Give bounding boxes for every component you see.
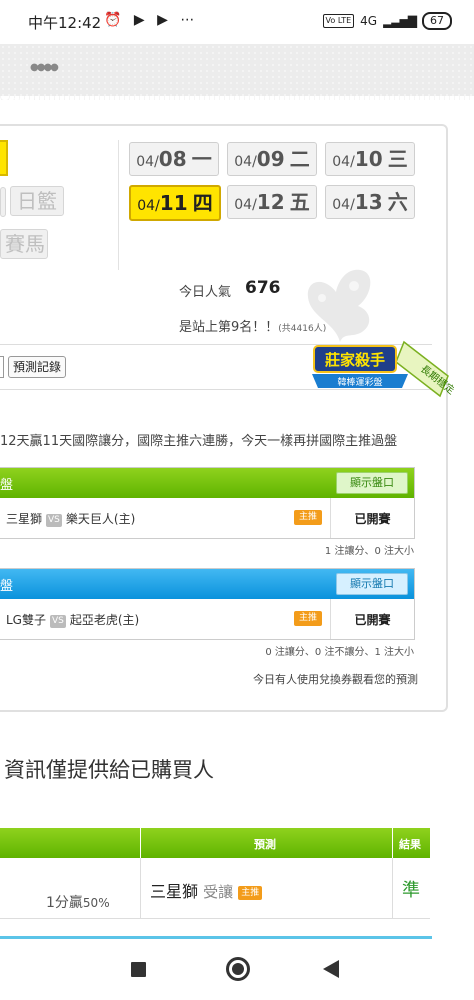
date-button-0411[interactable]: 04/11 四 bbox=[129, 185, 221, 221]
cell-divider bbox=[392, 858, 393, 918]
network-label: 4G bbox=[360, 14, 378, 28]
header-divider bbox=[140, 828, 141, 858]
cell-divider bbox=[140, 858, 141, 918]
announcement-text: 12天贏11天國際讓分，國際主推六連勝，今天一樣再拼國際主推過盤 bbox=[0, 434, 398, 449]
vs-badge: VS bbox=[50, 615, 66, 628]
date-button-0413[interactable]: 04/13 六 bbox=[325, 185, 415, 219]
prediction-record-button[interactable]: 預測記錄 bbox=[8, 356, 66, 378]
vs-badge: VS bbox=[46, 514, 62, 527]
recent-apps-icon[interactable] bbox=[131, 962, 146, 977]
table-row: 1分贏50% 三星獅 受讓 主推 準 bbox=[0, 858, 430, 919]
panel-header-label: 盤 bbox=[0, 579, 14, 594]
status-time: 中午12:42 bbox=[28, 14, 102, 32]
home-team: 起亞老虎(主) bbox=[69, 613, 140, 627]
header-result: 結果 bbox=[399, 838, 421, 851]
torn-edge-divider bbox=[0, 96, 474, 106]
category-tab-partial[interactable] bbox=[0, 187, 6, 217]
game-row: 三星獅 VS 樂天巨人(主) 主推 已開賽 bbox=[0, 498, 414, 538]
badge-subtitle: 韓棒運彩盤 bbox=[337, 376, 382, 388]
panel-header: 盤 顯示盤口 bbox=[0, 569, 414, 599]
popularity-label: 今日人氣 bbox=[179, 285, 232, 300]
toolbar-button-partial[interactable] bbox=[0, 356, 4, 378]
lte-icon: Vo LTE bbox=[322, 14, 355, 28]
date-button-0408[interactable]: 04/08 一 bbox=[129, 142, 219, 176]
panel-header: 盤 顯示盤口 bbox=[0, 468, 414, 498]
badge-title: 莊家殺手 bbox=[325, 351, 385, 369]
main-pick-tag: 主推 bbox=[238, 886, 263, 900]
category-tab-active[interactable] bbox=[0, 140, 8, 176]
signal-icon: ▂▃▅▇ bbox=[383, 14, 417, 28]
popularity-value: 676 bbox=[245, 278, 281, 298]
results-table: 預測 結果 1分贏50% 三星獅 受讓 主推 準 bbox=[0, 828, 430, 920]
exchange-notice: 今日有人使用兌換券觀看您的預測 bbox=[253, 673, 418, 686]
card-bottom-edge bbox=[0, 936, 432, 939]
prediction-cell: 三星獅 受讓 主推 bbox=[150, 878, 263, 902]
main-pick-tag: 主推 bbox=[294, 611, 322, 626]
divider bbox=[118, 140, 119, 270]
status-bar: 中午12:42 ⏰ ▶ ▶ ⋯ Vo LTE 4G ▂▃▅▇ 67 bbox=[0, 0, 474, 44]
battery-icon: 67 bbox=[422, 12, 452, 30]
win-rate: 1分贏50% bbox=[46, 895, 110, 911]
show-odds-button[interactable]: 顯示盤口 bbox=[336, 573, 408, 595]
panel-1-summary: 1 注讓分、0 注大小 bbox=[324, 546, 414, 557]
notification-icons: ⏰ ▶ ▶ ⋯ bbox=[104, 12, 199, 28]
category-tab-basketball-jp[interactable]: 日籃 bbox=[10, 186, 64, 216]
info-title: 資訊僅提供給已購買人 bbox=[4, 758, 214, 782]
date-button-0409[interactable]: 04/09 二 bbox=[227, 142, 317, 176]
main-pick-tag: 主推 bbox=[294, 510, 322, 525]
result-value: 準 bbox=[402, 880, 420, 901]
home-team: 樂天巨人(主) bbox=[65, 512, 136, 526]
game-panel-2: 盤 顯示盤口 LG雙子 VS 起亞老虎(主) 主推 已開賽 bbox=[0, 568, 415, 640]
game-panel-1: 盤 顯示盤口 三星獅 VS 樂天巨人(主) 主推 已開賽 bbox=[0, 467, 415, 539]
status-right: Vo LTE 4G ▂▃▅▇ 67 bbox=[322, 12, 452, 30]
show-odds-button[interactable]: 顯示盤口 bbox=[336, 472, 408, 494]
header-pattern bbox=[0, 44, 474, 100]
matchup: 三星獅 VS 樂天巨人(主) bbox=[6, 510, 135, 527]
header-divider bbox=[392, 828, 393, 858]
panel-header-label: 盤 bbox=[0, 478, 14, 493]
banker-killer-badge: 長期穩定 莊家殺手 韓棒運彩盤 bbox=[312, 340, 454, 398]
carousel-dots-icon: ●●●● bbox=[30, 62, 59, 73]
category-tab-horse-racing[interactable]: 賽馬 bbox=[0, 229, 48, 259]
home-icon[interactable] bbox=[226, 957, 250, 981]
away-team: LG雙子 bbox=[6, 613, 46, 627]
back-icon[interactable] bbox=[323, 960, 339, 978]
table-header: 預測 結果 bbox=[0, 828, 430, 858]
away-team: 三星獅 bbox=[6, 512, 43, 526]
panel-2-summary: 0 注讓分、0 注不讓分、1 注大小 bbox=[265, 647, 414, 658]
game-status: 已開賽 bbox=[354, 512, 391, 526]
date-button-0410[interactable]: 04/10 三 bbox=[325, 142, 415, 176]
game-row: LG雙子 VS 起亞老虎(主) 主推 已開賽 bbox=[0, 599, 414, 639]
matchup: LG雙子 VS 起亞老虎(主) bbox=[6, 611, 139, 628]
game-status: 已開賽 bbox=[354, 613, 391, 627]
date-button-0412[interactable]: 04/12 五 bbox=[227, 185, 317, 219]
header-prediction: 預測 bbox=[254, 838, 276, 851]
